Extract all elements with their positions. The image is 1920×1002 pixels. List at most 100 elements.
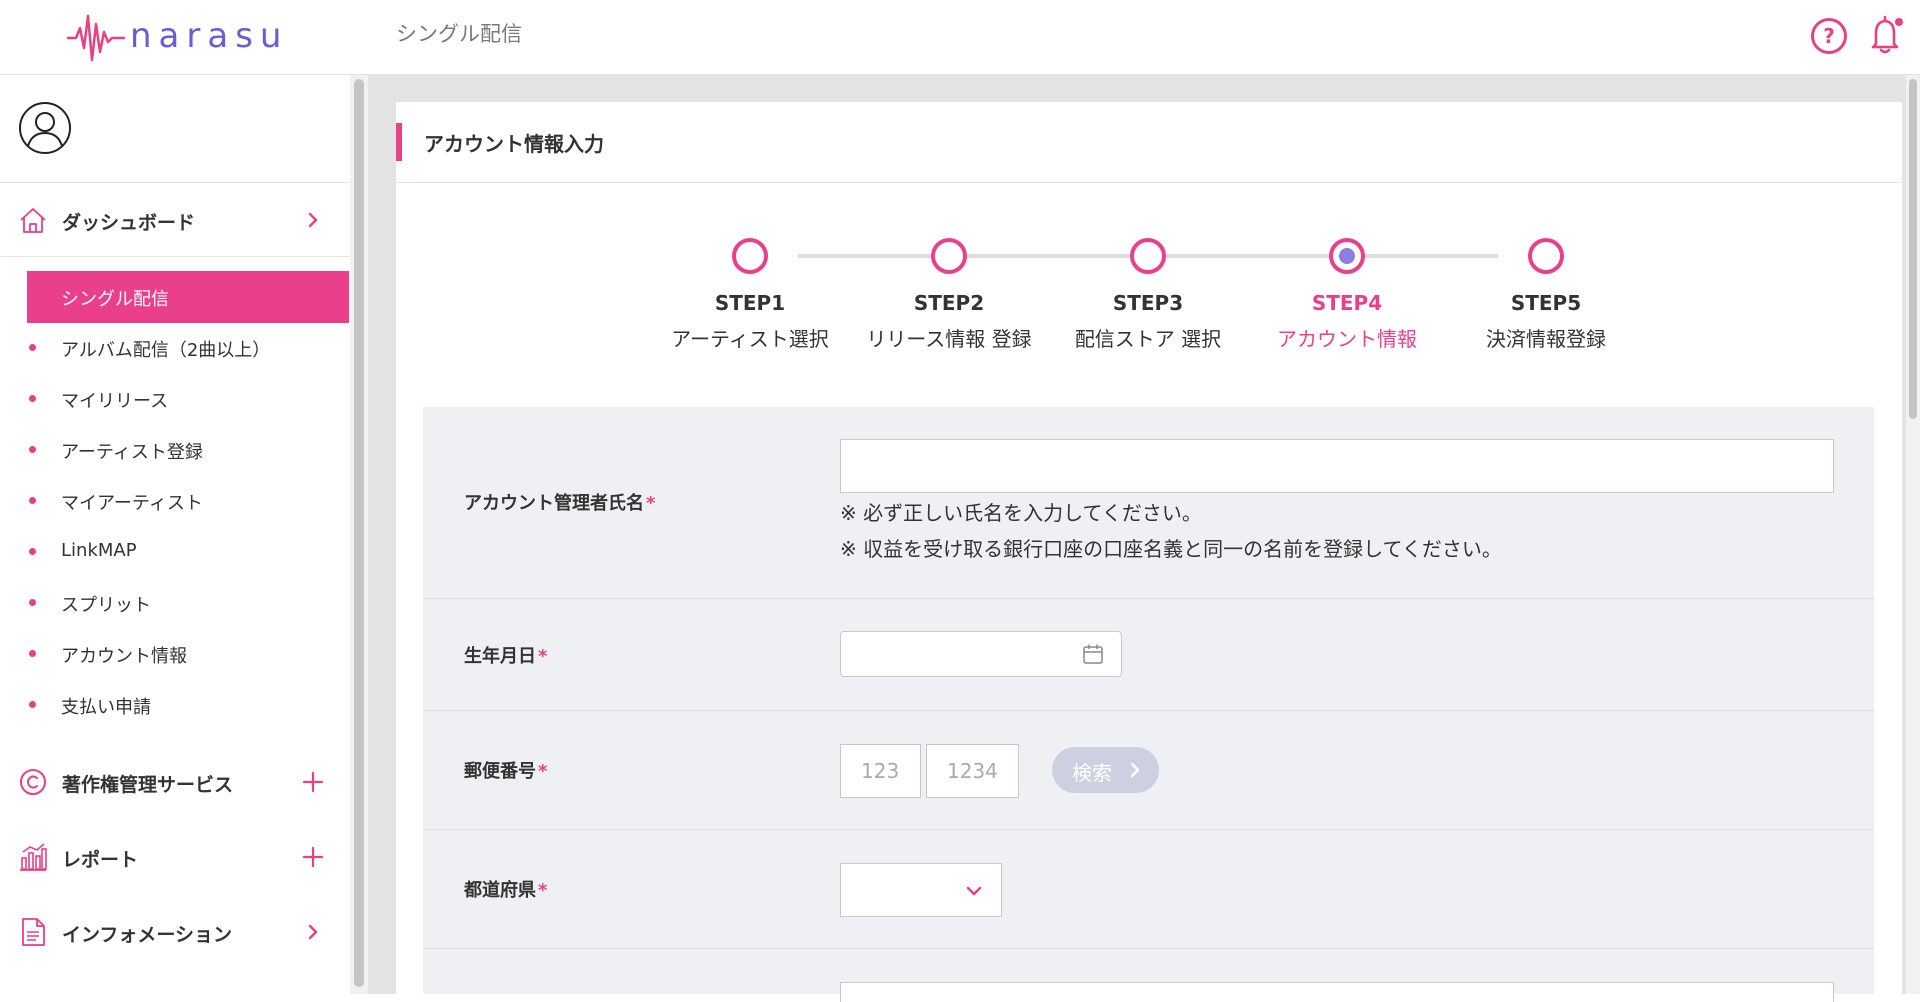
step-1-number: STEP1 (714, 291, 786, 315)
chevron-right-icon (1130, 762, 1140, 778)
bullet-dot (29, 701, 36, 708)
sidebar-item-payment-request[interactable]: 支払い申請 (0, 684, 350, 724)
bullet-dot (29, 446, 36, 453)
step-4-name: アカウント情報 (1277, 327, 1417, 351)
form-row-name: アカウント管理者氏名 * ※ 必ず正しい氏名を入力してください。 ※ 収益を受け取… (423, 407, 1874, 599)
field-label-text: 都道府県 (464, 880, 536, 901)
required-mark: * (538, 646, 548, 667)
chevron-down-icon (966, 886, 982, 896)
sidebar-item-my-release[interactable]: マイリリース (0, 378, 350, 418)
sidebar-item-label: スプリット (61, 595, 151, 616)
svg-text:?: ? (1823, 24, 1835, 48)
notification-dot (1895, 18, 1903, 26)
step-3-name: 配信ストア 選択 (1074, 327, 1222, 351)
sidebar-scrollbar-thumb[interactable] (354, 79, 364, 987)
question-circle-icon[interactable]: ? (1810, 17, 1848, 55)
card-title: アカウント情報入力 (424, 132, 604, 156)
step-2-number: STEP2 (913, 291, 985, 315)
sidebar-divider (0, 182, 350, 183)
sidebar-item-label: レポート (62, 849, 139, 871)
sidebar-item-information[interactable]: インフォメーション (0, 911, 350, 951)
top-header: narasu シングル配信 ? (0, 0, 1920, 75)
next-field-input[interactable] (840, 982, 1834, 1002)
account-name-input[interactable] (840, 439, 1834, 493)
sidebar-item-artist-register[interactable]: アーティスト登録 (0, 429, 350, 469)
name-note-2: ※ 収益を受け取る銀行口座の口座名義と同一の名前を登録してください。 (840, 537, 1502, 561)
form-row-prefecture: 都道府県 * (423, 829, 1874, 949)
sidebar-item-dashboard[interactable]: ダッシュボード (0, 199, 350, 239)
sidebar-item-label: インフォメーション (62, 924, 233, 946)
step-1-name: アーティスト選択 (671, 327, 829, 351)
step-1-circle (732, 238, 768, 274)
required-mark: * (538, 880, 548, 901)
sidebar-item-label: 支払い申請 (61, 697, 151, 718)
sidebar-item-my-artist[interactable]: マイアーティスト (0, 480, 350, 520)
sidebar-divider (0, 256, 350, 257)
field-label-text: 郵便番号 (464, 761, 536, 782)
field-label: 都道府県 * (464, 876, 547, 902)
title-accent-bar (396, 123, 402, 161)
copyright-icon (20, 769, 46, 795)
sidebar-item-label: 著作権管理サービス (62, 774, 234, 796)
narasu-logo[interactable]: narasu (66, 8, 288, 64)
user-circle-icon[interactable] (18, 101, 72, 155)
sidebar-item-report[interactable]: レポート (0, 836, 350, 876)
search-button-label: 検索 (1072, 761, 1112, 785)
sidebar: ダッシュボード シングル配信 アルバム配信（2曲以上） マイリリース アーティス… (0, 75, 350, 994)
required-mark: * (646, 493, 656, 514)
account-form: アカウント管理者氏名 * ※ 必ず正しい氏名を入力してください。 ※ 収益を受け取… (423, 407, 1874, 1002)
postal-code-first-input[interactable]: 123 (840, 744, 921, 798)
bullet-dot (29, 344, 36, 351)
sidebar-item-label: アカウント情報 (61, 646, 187, 667)
calendar-icon[interactable] (1082, 643, 1104, 665)
bullet-dot (29, 548, 36, 555)
field-label: アカウント管理者氏名 * (464, 489, 655, 515)
birthday-input[interactable] (840, 631, 1122, 677)
required-mark: * (538, 761, 548, 782)
step-5-circle (1528, 238, 1564, 274)
sidebar-item-label: LinkMAP (61, 540, 137, 561)
sidebar-item-linkmap[interactable]: LinkMAP (0, 531, 350, 571)
postal-search-button[interactable]: 検索 (1052, 747, 1159, 793)
sidebar-item-single-release[interactable]: シングル配信 (27, 271, 349, 323)
prefecture-select[interactable] (840, 863, 1002, 917)
sidebar-item-label: マイリリース (61, 391, 169, 412)
postal-placeholder-1: 123 (861, 759, 900, 783)
step-3-number: STEP3 (1112, 291, 1184, 315)
card-header: アカウント情報入力 (396, 102, 1902, 183)
step-5-name: 決済情報登録 (1486, 327, 1606, 351)
main-scrollbar-thumb[interactable] (1909, 79, 1917, 419)
step-3-circle (1130, 238, 1166, 274)
main-scrollbar[interactable] (1906, 75, 1920, 994)
sidebar-item-split[interactable]: スプリット (0, 582, 350, 622)
field-label: 郵便番号 * (464, 757, 547, 783)
home-icon (20, 208, 46, 233)
step-5-number: STEP5 (1510, 291, 1582, 315)
bell-icon[interactable] (1866, 14, 1906, 56)
bullet-dot (29, 395, 36, 402)
sidebar-item-copyright[interactable]: 著作権管理サービス (0, 761, 350, 801)
bullet-dot (29, 497, 36, 504)
plus-icon (302, 846, 324, 868)
chevron-right-icon (308, 924, 318, 940)
chart-icon (20, 843, 47, 871)
bullet-dot (29, 650, 36, 657)
sidebar-item-account[interactable]: アカウント情報 (0, 633, 350, 673)
field-label-text: 生年月日 (464, 646, 536, 667)
sidebar-scrollbar[interactable] (350, 75, 368, 994)
waveform-logo-icon (66, 14, 126, 62)
step-4-circle-current (1329, 238, 1365, 274)
postal-code-second-input[interactable]: 1234 (926, 744, 1019, 798)
field-label: 生年月日 * (464, 642, 547, 668)
postal-placeholder-2: 1234 (947, 759, 998, 783)
logo-text: narasu (130, 16, 289, 56)
field-label-text: アカウント管理者氏名 (464, 493, 644, 514)
sidebar-item-label: シングル配信 (61, 289, 169, 310)
bullet-dot (29, 599, 36, 606)
chevron-right-icon (308, 212, 318, 228)
step-2-circle (931, 238, 967, 274)
page-title: シングル配信 (396, 22, 522, 46)
sidebar-item-album[interactable]: アルバム配信（2曲以上） (0, 327, 350, 367)
sidebar-item-label: ダッシュボード (62, 212, 196, 234)
name-note-1: ※ 必ず正しい氏名を入力してください。 (840, 501, 1202, 525)
